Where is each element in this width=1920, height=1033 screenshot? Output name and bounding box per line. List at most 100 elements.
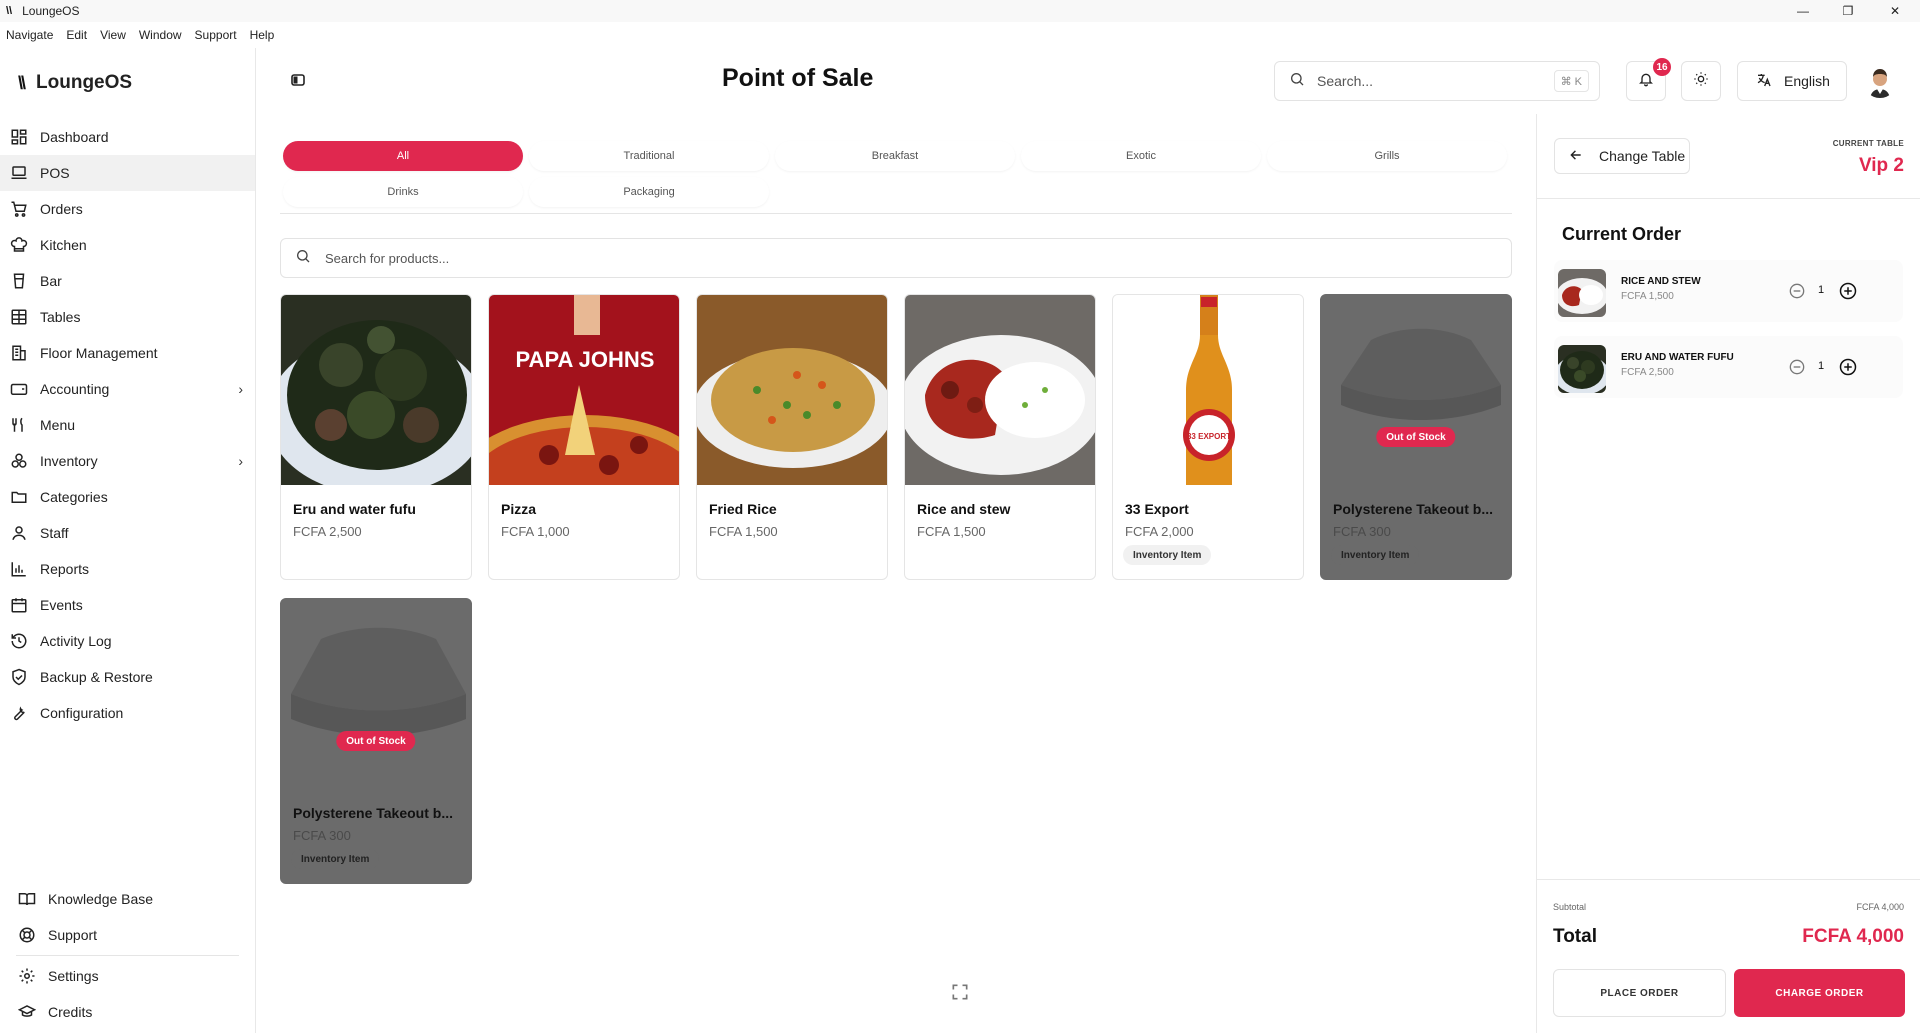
product-name: 33 Export — [1125, 501, 1189, 517]
product-card[interactable]: Eru and water fufu FCFA 2,500 — [280, 294, 472, 580]
sun-icon — [1693, 71, 1709, 92]
sidebar-item-staff[interactable]: Staff — [0, 515, 255, 551]
menu-window[interactable]: Window — [139, 28, 182, 42]
gear-icon — [16, 965, 38, 987]
product-price: FCFA 300 — [1333, 524, 1391, 539]
sidebar-item-credits[interactable]: Credits — [0, 994, 255, 1030]
totals-divider — [1537, 879, 1920, 880]
order-item-price: FCFA 1,500 — [1621, 291, 1674, 302]
sidebar-item-reports[interactable]: Reports — [0, 551, 255, 587]
category-drinks[interactable]: Drinks — [283, 177, 523, 207]
sidebar-item-label: Menu — [40, 417, 76, 433]
menu-support[interactable]: Support — [195, 28, 237, 42]
product-search-input[interactable]: Search for products... — [280, 238, 1512, 278]
menu-navigate[interactable]: Navigate — [6, 28, 53, 42]
decrease-quantity-button[interactable] — [1789, 283, 1805, 299]
sidebar-item-accounting[interactable]: Accounting › — [0, 371, 255, 407]
shield-icon — [8, 666, 30, 688]
category-packaging[interactable]: Packaging — [529, 177, 769, 207]
sidebar-item-settings[interactable]: Settings — [0, 958, 255, 994]
theme-toggle-button[interactable] — [1681, 61, 1721, 101]
sidebar-item-tables[interactable]: Tables — [0, 299, 255, 335]
order-item: ERU AND WATER FUFU FCFA 2,500 1 — [1554, 336, 1903, 398]
out-of-stock-badge: Out of Stock — [336, 731, 416, 751]
sidebar-item-orders[interactable]: Orders — [0, 191, 255, 227]
menu-help[interactable]: Help — [250, 28, 275, 42]
sidebar-item-backup-restore[interactable]: Backup & Restore — [0, 659, 255, 695]
arrow-left-icon — [1569, 148, 1583, 165]
sidebar-item-dashboard[interactable]: Dashboard — [0, 119, 255, 155]
product-card[interactable]: Out of Stock Polysterene Takeout b... FC… — [280, 598, 472, 884]
sidebar-item-label: Knowledge Base — [48, 891, 154, 907]
product-price: FCFA 1,500 — [709, 524, 778, 539]
increase-quantity-button[interactable] — [1839, 282, 1857, 300]
minimize-button[interactable]: — — [1780, 0, 1826, 22]
sidebar-bottom-nav: Knowledge Base Support Settings Credits — [0, 881, 255, 1030]
sidebar-item-inventory[interactable]: Inventory › — [0, 443, 255, 479]
notifications-button[interactable]: 16 — [1626, 58, 1671, 101]
category-exotic[interactable]: Exotic — [1021, 141, 1261, 171]
menu-view[interactable]: View — [100, 28, 126, 42]
sidebar-item-pos[interactable]: POS — [0, 155, 255, 191]
graduation-cap-icon — [16, 1001, 38, 1023]
product-card[interactable]: PAPA JOHNS Pizza FCFA 1,000 — [488, 294, 680, 580]
product-price: FCFA 1,000 — [501, 524, 570, 539]
menu-edit[interactable]: Edit — [66, 28, 87, 42]
sidebar-item-label: Kitchen — [40, 237, 87, 253]
order-panel: Change Table CURRENT TABLE Vip 2 Current… — [1536, 114, 1920, 1033]
chevron-right-icon[interactable]: › — [238, 381, 243, 397]
brand-logo-icon: \\ — [18, 72, 26, 93]
sidebar-item-support[interactable]: Support — [0, 917, 255, 953]
product-price: FCFA 300 — [293, 828, 351, 843]
inventory-item-badge: Inventory Item — [291, 849, 380, 869]
product-name: Polysterene Takeout b... — [1333, 501, 1494, 517]
product-card[interactable]: Fried Rice FCFA 1,500 — [696, 294, 888, 580]
change-table-label: Change Table — [1599, 148, 1686, 164]
sidebar-item-configuration[interactable]: Configuration — [0, 695, 255, 731]
product-image — [281, 295, 471, 485]
category-traditional[interactable]: Traditional — [529, 141, 769, 171]
category-all[interactable]: All — [283, 141, 523, 171]
place-order-button[interactable]: PLACE ORDER — [1553, 969, 1726, 1017]
chevron-right-icon[interactable]: › — [238, 453, 243, 469]
change-table-button[interactable]: Change Table — [1554, 138, 1690, 174]
product-card[interactable]: Out of Stock Polysterene Takeout b... FC… — [1320, 294, 1512, 580]
language-selector[interactable]: English — [1737, 61, 1847, 101]
sidebar-toggle-icon[interactable] — [291, 73, 305, 87]
subtotal-value: FCFA 4,000 — [1856, 902, 1904, 912]
dashboard-icon — [8, 126, 30, 148]
table-grid-icon — [8, 306, 30, 328]
global-search-input[interactable]: Search... ⌘ K — [1274, 61, 1600, 101]
sidebar-item-label: Accounting — [40, 381, 110, 397]
brand[interactable]: \\ LoungeOS — [18, 72, 132, 94]
avatar[interactable] — [1863, 64, 1897, 98]
sidebar-item-label: Inventory — [40, 453, 98, 469]
increase-quantity-button[interactable] — [1839, 358, 1857, 376]
sidebar-item-events[interactable]: Events — [0, 587, 255, 623]
decrease-quantity-button[interactable] — [1789, 359, 1805, 375]
product-card[interactable]: Rice and stew FCFA 1,500 — [904, 294, 1096, 580]
sidebar-item-floor-management[interactable]: Floor Management — [0, 335, 255, 371]
close-button[interactable]: ✕ — [1872, 0, 1918, 22]
menu-bar: Navigate Edit View Window Support Help — [0, 24, 1920, 46]
fullscreen-icon[interactable] — [950, 982, 970, 1002]
order-item-price: FCFA 2,500 — [1621, 367, 1674, 378]
sidebar-item-knowledge-base[interactable]: Knowledge Base — [0, 881, 255, 917]
maximize-button[interactable]: ❐ — [1825, 0, 1871, 22]
current-table-value: Vip 2 — [1858, 155, 1904, 176]
sidebar-item-categories[interactable]: Categories — [0, 479, 255, 515]
sidebar-item-activity-log[interactable]: Activity Log — [0, 623, 255, 659]
app-logo-icon: \\ — [6, 5, 13, 17]
product-image — [697, 295, 887, 485]
charge-order-button[interactable]: CHARGE ORDER — [1734, 969, 1905, 1017]
bell-icon — [1638, 71, 1654, 92]
category-breakfast[interactable]: Breakfast — [775, 141, 1015, 171]
category-grills[interactable]: Grills — [1267, 141, 1507, 171]
sidebar-item-kitchen[interactable]: Kitchen — [0, 227, 255, 263]
product-card[interactable]: 33 EXPORT 33 Export FCFA 2,000 Inventory… — [1112, 294, 1304, 580]
sidebar-item-bar[interactable]: Bar — [0, 263, 255, 299]
product-price: FCFA 2,000 — [1125, 524, 1194, 539]
sidebar-item-menu[interactable]: Menu — [0, 407, 255, 443]
current-table-label: CURRENT TABLE — [1832, 139, 1904, 148]
brand-name: LoungeOS — [36, 72, 133, 93]
